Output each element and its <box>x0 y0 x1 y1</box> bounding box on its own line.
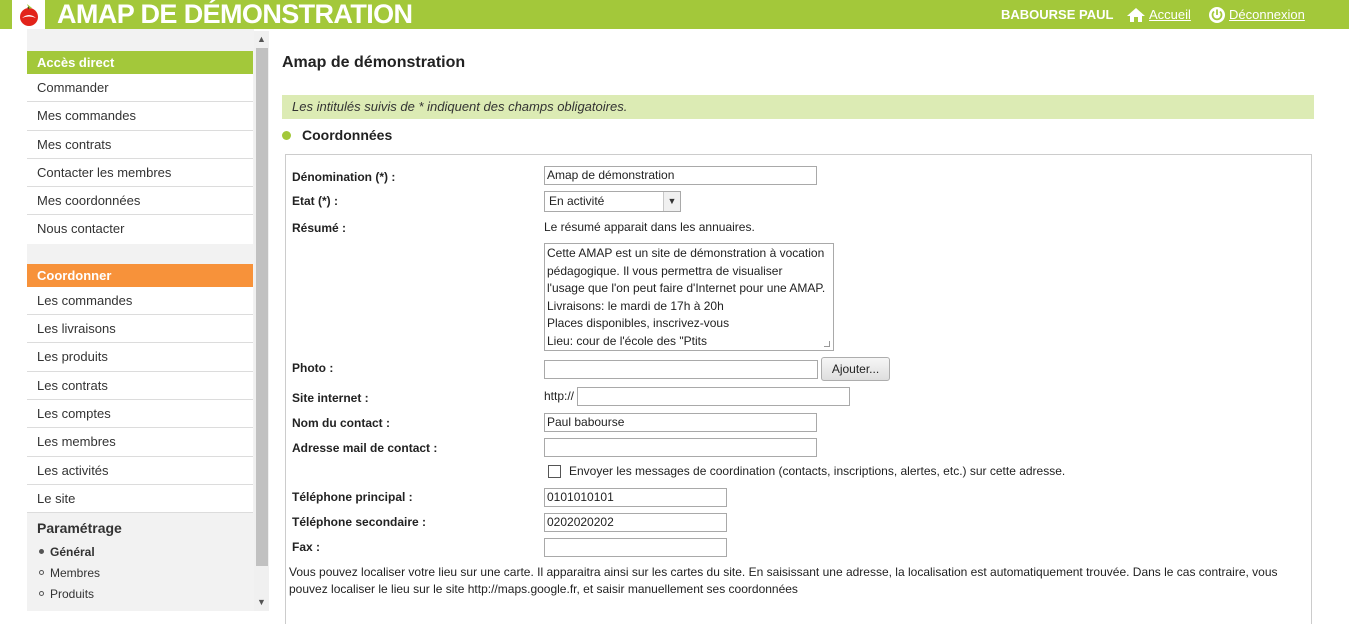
map-help-text: Vous pouvez localiser votre lieu sur une… <box>289 565 1278 596</box>
photo-label: Photo : <box>292 361 334 375</box>
app-title: AMAP DE DÉMONSTRATION <box>57 0 413 29</box>
sidebar-subitem-label: Membres <box>50 566 101 581</box>
bullet-icon <box>282 131 291 140</box>
acces-direct-heading: Accès direct <box>27 51 253 74</box>
page-title: Amap de démonstration <box>282 54 466 71</box>
sidebar-margin <box>0 29 27 611</box>
section-title-label: Coordonnées <box>302 127 393 143</box>
tel2-input[interactable]: 0202020202 <box>544 513 727 532</box>
sidebar-item-le-site[interactable]: Le site <box>27 484 253 514</box>
logo-icon <box>20 4 38 26</box>
chevron-up-icon[interactable]: ▲ <box>254 31 269 46</box>
fax-label: Fax : <box>292 540 321 554</box>
sidebar-item-les-membres[interactable]: Les membres <box>27 428 253 457</box>
email-input[interactable] <box>544 438 817 457</box>
power-icon <box>1208 6 1226 24</box>
sidebar-scrollbar[interactable]: ▲ ▼ <box>254 31 269 611</box>
etat-select[interactable]: En activité ▼ <box>544 191 681 212</box>
etat-select-value: En activité <box>549 194 605 208</box>
contact-label: Nom du contact : <box>292 416 390 430</box>
denomination-label: Dénomination (*) : <box>292 170 396 184</box>
resume-textarea[interactable]: Cette AMAP est un site de démonstration … <box>544 243 834 351</box>
logout-link[interactable]: Déconnexion <box>1208 0 1305 29</box>
resize-grip[interactable] <box>824 341 830 347</box>
chevron-down-icon[interactable]: ▼ <box>254 594 269 609</box>
logo[interactable] <box>12 0 45 29</box>
sidebar-item-nous-contacter[interactable]: Nous contacter <box>27 215 253 244</box>
site-prefix: http:// <box>544 389 575 403</box>
sidebar-item-les-produits[interactable]: Les produits <box>27 343 253 372</box>
sidebar-item-les-contrats[interactable]: Les contrats <box>27 371 253 400</box>
site-input[interactable] <box>577 387 850 406</box>
home-link-label: Accueil <box>1149 7 1191 22</box>
sidebar-item-les-activites[interactable]: Les activités <box>27 456 253 485</box>
required-fields-notice: Les intitulés suivis de * indiquent des … <box>282 95 1314 119</box>
coordonnees-form: Dénomination (*) : Amap de démonstration… <box>285 154 1312 624</box>
sidebar-item-mes-contrats[interactable]: Mes contrats <box>27 130 253 159</box>
add-photo-button[interactable]: Ajouter... <box>821 357 890 381</box>
coordonner-heading: Coordonner <box>27 263 253 287</box>
home-icon <box>1126 7 1146 23</box>
site-label: Site internet : <box>292 391 369 405</box>
sidebar-item-mes-coordonnees[interactable]: Mes coordonnées <box>27 187 253 216</box>
sidebar-item-contacter-membres[interactable]: Contacter les membres <box>27 158 253 188</box>
sidebar-item-les-livraisons[interactable]: Les livraisons <box>27 315 253 344</box>
tel1-label: Téléphone principal : <box>292 490 413 504</box>
sidebar-item-les-commandes[interactable]: Les commandes <box>27 286 253 316</box>
scroll-thumb[interactable] <box>256 48 268 566</box>
bullet-icon <box>39 570 44 576</box>
resume-label: Résumé : <box>292 221 347 235</box>
resume-help: Le résumé apparait dans les annuaires. <box>544 220 755 234</box>
section-title: Coordonnées <box>282 127 392 143</box>
sidebar-subitem-label: Général <box>50 545 95 560</box>
sidebar: Accès direct Commander Mes commandes Mes… <box>27 51 253 605</box>
bullet-icon <box>39 591 44 597</box>
email-label: Adresse mail de contact : <box>292 441 438 455</box>
dropdown-arrow-icon: ▼ <box>663 192 680 211</box>
sidebar-item-mes-commandes[interactable]: Mes commandes <box>27 102 253 131</box>
sidebar-subitem-produits[interactable]: Produits <box>27 584 253 605</box>
user-name: BABOURSE PAUL <box>1001 7 1114 22</box>
sidebar-subitem-label: Produits <box>50 587 95 602</box>
tel1-input[interactable]: 0101010101 <box>544 488 727 507</box>
sidebar-subitem-general[interactable]: Général <box>27 542 253 563</box>
coordination-checkbox-label: Envoyer les messages de coordination (co… <box>569 464 1066 478</box>
contact-input[interactable]: Paul babourse <box>544 413 817 432</box>
tel2-label: Téléphone secondaire : <box>292 515 427 529</box>
top-bar: AMAP DE DÉMONSTRATION BABOURSE PAUL Accu… <box>0 0 1349 29</box>
sidebar-subitem-membres[interactable]: Membres <box>27 563 253 584</box>
bullet-icon <box>39 549 44 555</box>
parametrage-heading: Paramétrage <box>37 520 122 537</box>
photo-input[interactable] <box>544 360 818 379</box>
coordination-checkbox[interactable] <box>548 465 561 478</box>
etat-label: Etat (*) : <box>292 194 338 208</box>
sidebar-item-les-comptes[interactable]: Les comptes <box>27 399 253 429</box>
fax-input[interactable] <box>544 538 727 557</box>
denomination-input[interactable]: Amap de démonstration <box>544 166 817 185</box>
logout-link-label: Déconnexion <box>1229 7 1305 22</box>
home-link[interactable]: Accueil <box>1126 0 1191 29</box>
sidebar-item-commander[interactable]: Commander <box>27 74 253 103</box>
